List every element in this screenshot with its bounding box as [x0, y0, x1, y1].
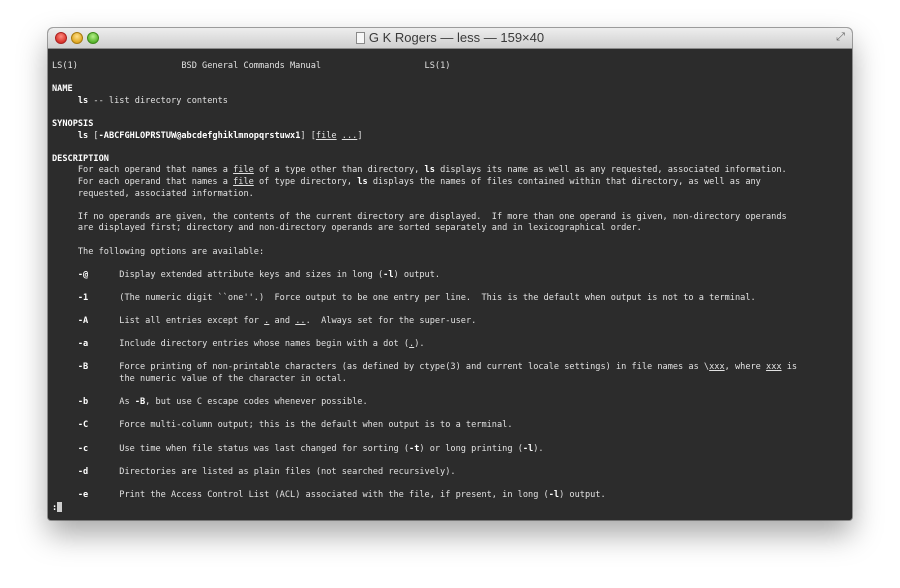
option-flag: -@ — [77, 269, 89, 280]
text: Force multi-column output; this is the d… — [119, 420, 513, 431]
text: and — [269, 316, 296, 327]
text: If no operands are given, the contents o… — [77, 211, 787, 222]
synopsis-flags: -ABCFGHLOPRSTUW@abcdefghiklmnopqrstuwx1 — [98, 130, 301, 141]
description-line-2: For each operand that names a file of ty… — [52, 177, 852, 189]
header-left: LS(1) — [52, 61, 78, 71]
option-flag: -e — [77, 489, 89, 500]
text: of a type other than directory, — [253, 165, 425, 176]
synopsis-bracket-mid: ] [ — [300, 130, 316, 141]
name-heading: NAME — [52, 84, 73, 95]
option-flag: -c — [77, 443, 89, 454]
text: Print the Access Control List (ACL) asso… — [119, 489, 549, 500]
option-C: -C Force multi-column output; this is th… — [52, 420, 852, 432]
option-flag: -d — [77, 466, 89, 477]
text: ). — [533, 443, 544, 454]
synopsis-file: file — [315, 130, 337, 141]
option-flag: -C — [77, 420, 89, 431]
description-line-1: For each operand that names a file of a … — [52, 165, 852, 177]
dotdot-term: .. — [295, 316, 306, 327]
header-right: LS(1) — [424, 61, 451, 71]
name-description: -- list directory contents — [88, 95, 228, 106]
text: ) output. — [559, 489, 606, 500]
option-flag: -B — [77, 362, 89, 373]
option-flag: -1 — [77, 292, 89, 303]
ls-term: ls — [424, 165, 435, 176]
option-B: -B Force printing of non-printable chara… — [52, 362, 852, 374]
text: , but use C escape codes whenever possib… — [145, 397, 368, 408]
description-heading: DESCRIPTION — [52, 153, 109, 164]
text: are displayed first; directory and non-d… — [77, 223, 642, 234]
text: Display extended attribute keys and size… — [119, 269, 384, 280]
text: ) or long printing ( — [419, 443, 523, 454]
flag-ref: -l — [522, 443, 534, 454]
text: requested, associated information. — [77, 188, 254, 199]
synopsis-ellipsis: ... — [341, 130, 358, 141]
text: , where — [724, 362, 767, 373]
header-center: BSD General Commands Manual — [181, 61, 322, 71]
option-B-cont: the numeric value of the character in oc… — [52, 374, 852, 386]
text: is — [781, 362, 798, 373]
option-flag: -b — [77, 397, 89, 408]
terminal-window: G K Rogers — less — 159×40 ⤢ LS(1) BSD G… — [48, 28, 852, 520]
text: List all entries except for — [119, 316, 265, 327]
window-title: G K Rogers — less — 159×40 — [368, 30, 545, 45]
description-line-4: If no operands are given, the contents o… — [52, 212, 852, 224]
text: ). — [414, 339, 425, 350]
option-b: -b As -B, but use C escape codes wheneve… — [52, 397, 852, 409]
option-d: -d Directories are listed as plain files… — [52, 467, 852, 479]
flag-ref: -B — [134, 397, 146, 408]
option-A: -A List all entries except for . and ...… — [52, 316, 852, 328]
name-command: ls — [77, 95, 89, 106]
text: displays its name as well as any request… — [434, 165, 787, 176]
text: Force printing of non-printable characte… — [119, 362, 710, 373]
xxx-term: xxx — [709, 362, 725, 373]
name-line: ls -- list directory contents — [52, 96, 852, 108]
text: Use time when file status was last chang… — [119, 443, 410, 454]
file-term: file — [233, 176, 254, 187]
text: Include directory entries whose names be… — [119, 339, 410, 350]
option-flag: -a — [77, 339, 89, 350]
text: Directories are listed as plain files (n… — [119, 466, 456, 477]
text: For each operand that names a — [77, 176, 234, 187]
file-term: file — [233, 165, 254, 176]
flag-ref: -l — [383, 269, 394, 280]
option-at: -@ Display extended attribute keys and s… — [52, 270, 852, 282]
window-title-area: G K Rogers — less — 159×40 — [48, 30, 852, 45]
text-cursor — [57, 501, 63, 512]
text: ) output. — [393, 269, 441, 280]
text: For each operand that names a — [77, 165, 234, 176]
text: displays the names of files contained wi… — [367, 176, 761, 187]
description-line-5: are displayed first; directory and non-d… — [52, 223, 852, 235]
terminal-content[interactable]: LS(1) BSD General Commands Manual LS(1) … — [48, 49, 852, 520]
ls-term: ls — [357, 176, 368, 187]
text: As — [119, 397, 135, 408]
fullscreen-arrows-icon[interactable]: ⤢ — [835, 32, 846, 43]
description-line-3: requested, associated information. — [52, 189, 852, 201]
man-header: LS(1) BSD General Commands Manual LS(1) — [52, 61, 852, 73]
text: the numeric value of the character in oc… — [119, 374, 347, 385]
flag-ref: -t — [409, 443, 420, 454]
synopsis-command: ls — [77, 130, 89, 141]
option-e: -e Print the Access Control List (ACL) a… — [52, 490, 852, 502]
xxx-term: xxx — [766, 362, 782, 373]
option-1: -1 (The numeric digit ``one''.) Force ou… — [52, 293, 852, 305]
less-prompt-line[interactable]: : — [52, 501, 852, 514]
document-icon — [355, 32, 365, 44]
synopsis-heading: SYNOPSIS — [52, 118, 94, 129]
option-a: -a Include directory entries whose names… — [52, 339, 852, 351]
text: (The numeric digit ``one''.) Force outpu… — [119, 292, 756, 303]
option-flag: -A — [77, 316, 89, 327]
flag-ref: -l — [548, 489, 560, 500]
text: The following options are available: — [77, 246, 265, 257]
text: of type directory, — [253, 176, 358, 187]
synopsis-bracket-close: ] — [357, 130, 363, 141]
synopsis-line: ls [-ABCFGHLOPRSTUW@abcdefghiklmnopqrstu… — [52, 131, 852, 143]
title-bar[interactable]: G K Rogers — less — 159×40 ⤢ — [48, 28, 852, 49]
synopsis-bracket-open: [ — [88, 130, 99, 141]
description-line-6: The following options are available: — [52, 247, 852, 259]
text: . Always set for the super-user. — [305, 316, 477, 327]
option-c: -c Use time when file status was last ch… — [52, 444, 852, 456]
